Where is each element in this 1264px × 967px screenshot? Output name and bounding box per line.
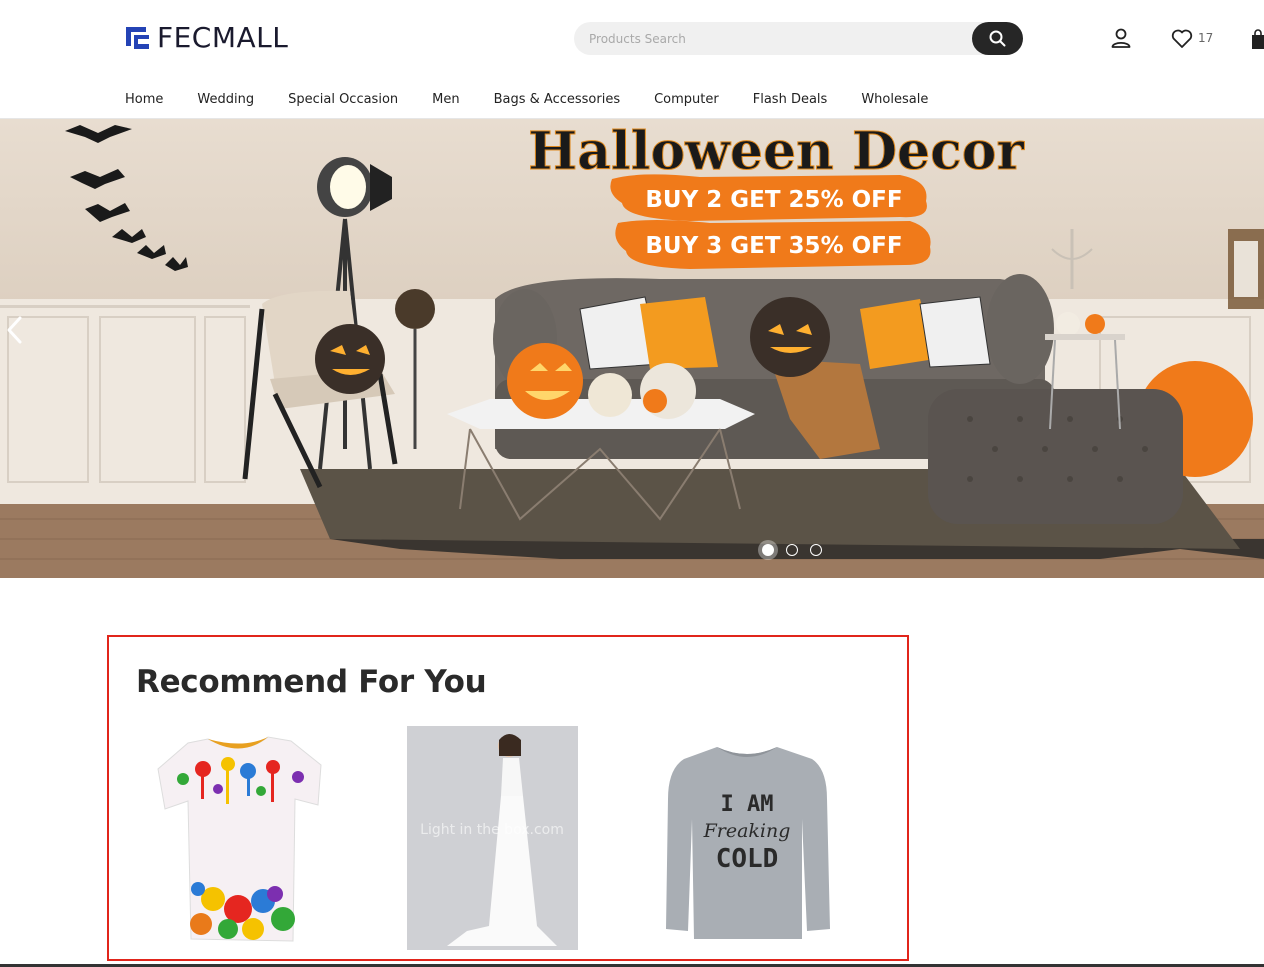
banner-pagination xyxy=(762,544,822,556)
bats xyxy=(65,125,188,271)
banner-scene: Halloween Decor BUY 2 GET 25% OFF BUY 3 … xyxy=(0,121,1264,578)
banner-offer-1: BUY 2 GET 25% OFF xyxy=(645,187,902,213)
user-icon[interactable] xyxy=(1110,27,1132,49)
banner-dot-1[interactable] xyxy=(762,544,774,556)
nav-home[interactable]: Home xyxy=(125,90,163,110)
fecmall-logo[interactable]: FECMALL xyxy=(124,22,288,54)
site-header: FECMALL 17 Home Wedding Special Occasion… xyxy=(0,0,1264,119)
product-sweatshirt-image[interactable]: I AM Freaking COLD xyxy=(662,739,832,944)
nav-special-occasion[interactable]: Special Occasion xyxy=(288,90,398,110)
sweatshirt-print-3: COLD xyxy=(716,844,779,874)
main-nav: Home Wedding Special Occasion Men Bags &… xyxy=(125,90,962,110)
nav-wedding[interactable]: Wedding xyxy=(197,90,254,110)
banner-dot-3[interactable] xyxy=(810,544,822,556)
nav-wholesale[interactable]: Wholesale xyxy=(861,90,928,110)
product-wedding-dress-image[interactable]: Light in the box.com xyxy=(407,726,578,950)
sweatshirt-print-2: Freaking xyxy=(703,820,791,842)
wishlist-count: 17 xyxy=(1198,31,1214,45)
nav-men[interactable]: Men xyxy=(432,90,459,110)
cart-icon[interactable] xyxy=(1250,29,1264,51)
logo-text: FECMALL xyxy=(157,21,289,54)
heart-icon[interactable] xyxy=(1171,29,1193,49)
search-input[interactable] xyxy=(574,22,972,55)
banner-prev-arrow-icon[interactable] xyxy=(0,310,30,350)
dress-watermark: Light in the box.com xyxy=(420,822,564,838)
banner-offer-2: BUY 3 GET 35% OFF xyxy=(645,233,902,259)
nav-flash-deals[interactable]: Flash Deals xyxy=(753,90,828,110)
nav-computer[interactable]: Computer xyxy=(654,90,719,110)
product-tshirt-image[interactable] xyxy=(153,729,323,949)
search-button[interactable] xyxy=(972,22,1023,55)
banner-dot-2[interactable] xyxy=(786,544,798,556)
hero-banner[interactable]: Halloween Decor BUY 2 GET 25% OFF BUY 3 … xyxy=(0,119,1264,578)
search-bar xyxy=(574,22,1023,55)
logo-mark-icon xyxy=(126,27,149,49)
nav-bags-accessories[interactable]: Bags & Accessories xyxy=(494,90,621,110)
recommend-title: Recommend For You xyxy=(136,664,487,700)
recommend-section: Recommend For You Light in the box.com I… xyxy=(107,635,909,961)
sweatshirt-print-1: I AM xyxy=(721,792,774,817)
banner-title: Halloween Decor xyxy=(528,121,1024,182)
search-icon xyxy=(989,30,1006,47)
